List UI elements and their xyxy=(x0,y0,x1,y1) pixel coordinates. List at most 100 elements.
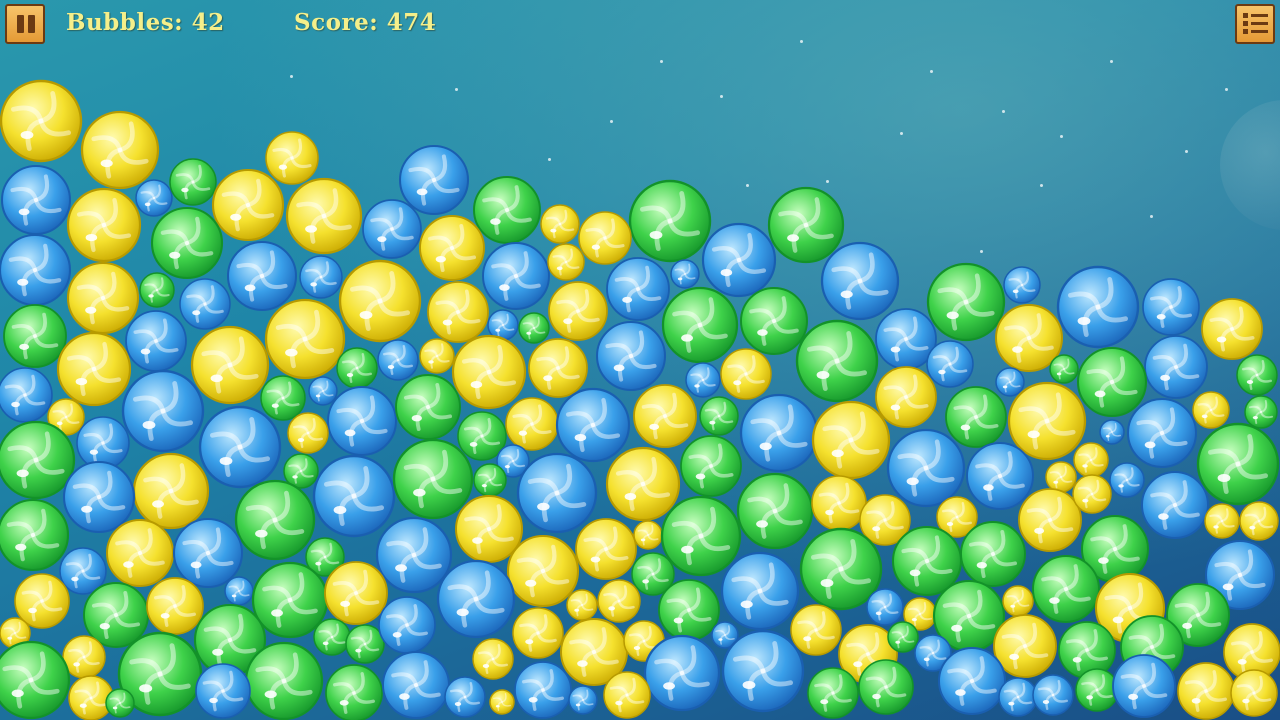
yellow-bubble[interactable] xyxy=(548,281,608,341)
blue-bubble[interactable] xyxy=(121,369,205,453)
yellow-bubble[interactable] xyxy=(575,518,637,580)
yellow-bubble[interactable] xyxy=(265,131,319,185)
green-bubble[interactable] xyxy=(139,272,175,308)
yellow-bubble[interactable] xyxy=(633,520,663,550)
blue-bubble[interactable] xyxy=(1141,471,1209,539)
yellow-bubble[interactable] xyxy=(512,607,564,659)
green-bubble[interactable] xyxy=(325,664,383,720)
yellow-bubble[interactable] xyxy=(146,577,204,635)
blue-bubble[interactable] xyxy=(820,241,900,321)
green-bubble[interactable] xyxy=(945,386,1007,448)
green-bubble[interactable] xyxy=(658,579,720,641)
blue-bubble[interactable] xyxy=(685,362,721,398)
yellow-bubble[interactable] xyxy=(338,259,422,343)
yellow-bubble[interactable] xyxy=(455,495,523,563)
green-bubble[interactable] xyxy=(660,495,742,577)
green-bubble[interactable] xyxy=(336,347,378,389)
yellow-bubble[interactable] xyxy=(451,334,527,410)
blue-bubble[interactable] xyxy=(739,393,819,473)
blue-bubble[interactable] xyxy=(995,367,1025,397)
yellow-bubble[interactable] xyxy=(66,187,142,263)
yellow-bubble[interactable] xyxy=(1073,442,1109,478)
green-bubble[interactable] xyxy=(1032,555,1100,623)
blue-bubble[interactable] xyxy=(62,460,136,534)
blue-bubble[interactable] xyxy=(444,676,486,718)
yellow-bubble[interactable] xyxy=(578,211,632,265)
blue-bubble[interactable] xyxy=(299,255,343,299)
green-bubble[interactable] xyxy=(313,618,351,656)
yellow-bubble[interactable] xyxy=(528,338,588,398)
green-bubble[interactable] xyxy=(150,206,224,280)
yellow-bubble[interactable] xyxy=(875,366,937,428)
yellow-bubble[interactable] xyxy=(633,384,697,448)
green-bubble[interactable] xyxy=(392,438,474,520)
bubble-field[interactable] xyxy=(0,0,1280,720)
green-bubble[interactable] xyxy=(661,286,739,364)
green-bubble[interactable] xyxy=(740,287,808,355)
blue-bubble[interactable] xyxy=(926,340,974,388)
yellow-bubble[interactable] xyxy=(540,204,580,244)
green-bubble[interactable] xyxy=(169,158,217,206)
blue-bubble[interactable] xyxy=(179,278,231,330)
green-bubble[interactable] xyxy=(767,186,845,264)
yellow-bubble[interactable] xyxy=(427,281,489,343)
green-bubble[interactable] xyxy=(887,621,919,653)
menu-button[interactable] xyxy=(1235,4,1275,44)
blue-bubble[interactable] xyxy=(1003,266,1041,304)
yellow-bubble[interactable] xyxy=(472,638,514,680)
yellow-bubble[interactable] xyxy=(1045,461,1077,493)
yellow-bubble[interactable] xyxy=(547,243,585,281)
yellow-bubble[interactable] xyxy=(1177,662,1235,720)
blue-bubble[interactable] xyxy=(998,677,1038,717)
yellow-bubble[interactable] xyxy=(211,168,285,242)
yellow-bubble[interactable] xyxy=(720,348,772,400)
yellow-bubble[interactable] xyxy=(324,561,388,625)
green-bubble[interactable] xyxy=(395,374,461,440)
blue-bubble[interactable] xyxy=(172,517,244,589)
blue-bubble[interactable] xyxy=(198,405,282,489)
blue-bubble[interactable] xyxy=(555,387,631,463)
blue-bubble[interactable] xyxy=(482,242,550,310)
green-bubble[interactable] xyxy=(345,624,385,664)
green-bubble[interactable] xyxy=(244,641,324,720)
blue-bubble[interactable] xyxy=(308,376,338,406)
yellow-bubble[interactable] xyxy=(1072,474,1112,514)
yellow-bubble[interactable] xyxy=(1192,391,1230,429)
green-bubble[interactable] xyxy=(699,396,739,436)
green-bubble[interactable] xyxy=(1076,346,1148,418)
blue-bubble[interactable] xyxy=(0,233,72,307)
blue-bubble[interactable] xyxy=(1144,335,1208,399)
blue-bubble[interactable] xyxy=(1142,278,1200,336)
yellow-bubble[interactable] xyxy=(264,298,346,380)
yellow-bubble[interactable] xyxy=(106,519,174,587)
blue-bubble[interactable] xyxy=(721,629,805,713)
yellow-bubble[interactable] xyxy=(1007,381,1087,461)
blue-bubble[interactable] xyxy=(595,320,667,392)
yellow-bubble[interactable] xyxy=(1201,298,1263,360)
green-bubble[interactable] xyxy=(3,304,67,368)
yellow-bubble[interactable] xyxy=(66,261,140,335)
blue-bubble[interactable] xyxy=(377,339,419,381)
blue-bubble[interactable] xyxy=(398,144,470,216)
game-stage[interactable]: Bubbles: 42 Score: 474 xyxy=(0,0,1280,720)
yellow-bubble[interactable] xyxy=(190,325,270,405)
green-bubble[interactable] xyxy=(628,179,712,263)
green-bubble[interactable] xyxy=(234,479,316,561)
blue-bubble[interactable] xyxy=(1126,397,1198,469)
yellow-bubble[interactable] xyxy=(566,589,598,621)
green-bubble[interactable] xyxy=(960,521,1026,587)
green-bubble[interactable] xyxy=(926,262,1006,342)
blue-bubble[interactable] xyxy=(1032,674,1074,716)
blue-bubble[interactable] xyxy=(0,367,53,423)
yellow-bubble[interactable] xyxy=(1230,669,1278,717)
yellow-bubble[interactable] xyxy=(603,671,651,719)
yellow-bubble[interactable] xyxy=(1002,585,1034,617)
yellow-bubble[interactable] xyxy=(56,331,132,407)
green-bubble[interactable] xyxy=(473,176,541,244)
yellow-bubble[interactable] xyxy=(506,534,580,608)
yellow-bubble[interactable] xyxy=(1204,503,1240,539)
green-bubble[interactable] xyxy=(891,525,963,597)
yellow-bubble[interactable] xyxy=(597,579,641,623)
green-bubble[interactable] xyxy=(858,659,914,715)
yellow-bubble[interactable] xyxy=(811,475,867,531)
